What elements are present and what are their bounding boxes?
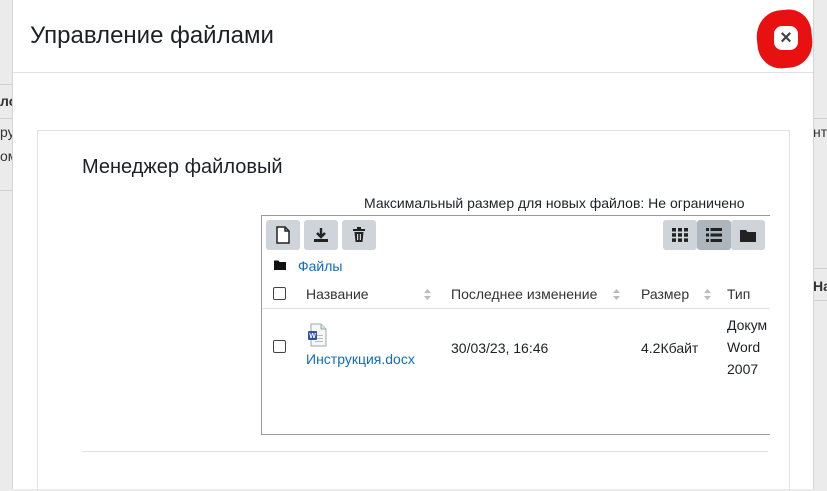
sort-icon[interactable] bbox=[704, 289, 711, 300]
sort-icon[interactable] bbox=[424, 289, 431, 300]
column-header-modified[interactable]: Последнее изменение bbox=[451, 286, 597, 302]
section-divider bbox=[82, 451, 768, 452]
background-divider bbox=[0, 84, 12, 85]
delete-button[interactable] bbox=[342, 220, 376, 250]
breadcrumb-files[interactable]: Файлы bbox=[298, 258, 342, 274]
column-header-name[interactable]: Название bbox=[306, 286, 369, 302]
column-header-type[interactable]: Тип bbox=[727, 286, 750, 302]
filemanager-title: Менеджер файловый bbox=[82, 156, 283, 178]
background-divider bbox=[813, 118, 827, 119]
close-button-area[interactable]: × bbox=[754, 7, 815, 71]
background-text: На bbox=[813, 278, 827, 294]
background-divider bbox=[813, 268, 827, 269]
svg-text:W: W bbox=[309, 333, 316, 340]
file-size: 4.2Кбайт bbox=[641, 340, 699, 356]
file-picker: Файлы Название Последнее изменение Разме… bbox=[261, 215, 770, 435]
file-type-line: 2007 bbox=[727, 361, 759, 377]
file-type-line: Word bbox=[727, 339, 761, 355]
tree-view-button[interactable] bbox=[731, 220, 765, 250]
download-icon bbox=[314, 228, 328, 242]
download-all-button[interactable] bbox=[304, 220, 338, 250]
file-row[interactable]: W Инструкция.docx 30/03/23, 16:46 4.2Кба… bbox=[262, 309, 770, 399]
file-table-header: Название Последнее изменение Размер Тип bbox=[262, 278, 770, 309]
grid-view-button[interactable] bbox=[663, 220, 697, 250]
select-all-checkbox[interactable] bbox=[273, 287, 286, 300]
column-header-size[interactable]: Размер bbox=[641, 286, 689, 302]
folder-icon bbox=[274, 260, 286, 270]
delete-icon bbox=[353, 227, 365, 242]
file-name-link[interactable]: Инструкция.docx bbox=[306, 351, 415, 367]
max-file-size-note: Максимальный размер для новых файлов: Не… bbox=[364, 195, 745, 211]
add-file-button[interactable] bbox=[266, 220, 300, 250]
list-view-icon bbox=[706, 228, 722, 242]
dialog-header: Управление файлами × bbox=[13, 0, 815, 73]
list-view-button[interactable] bbox=[697, 220, 731, 250]
dialog-title: Управление файлами bbox=[30, 22, 274, 49]
folder-view-icon bbox=[740, 229, 756, 242]
new-file-icon bbox=[276, 226, 290, 244]
background-divider bbox=[813, 300, 827, 301]
background-divider bbox=[0, 118, 12, 119]
sort-icon[interactable] bbox=[613, 289, 620, 300]
file-modified-date: 30/03/23, 16:46 bbox=[451, 340, 549, 356]
word-document-icon[interactable]: W bbox=[307, 323, 327, 347]
file-type: Докум Word 2007 bbox=[727, 314, 770, 380]
file-management-dialog: Управление файлами × Менеджер файловый М… bbox=[12, 0, 815, 491]
background-text: нту bbox=[813, 124, 827, 140]
file-select-checkbox[interactable] bbox=[273, 340, 286, 353]
grid-view-icon bbox=[672, 228, 688, 242]
background-divider bbox=[0, 190, 12, 191]
close-button[interactable]: × bbox=[774, 26, 798, 50]
filemanager-panel: Менеджер файловый Максимальный размер дл… bbox=[37, 130, 790, 491]
file-type-line: Докум bbox=[727, 317, 768, 333]
